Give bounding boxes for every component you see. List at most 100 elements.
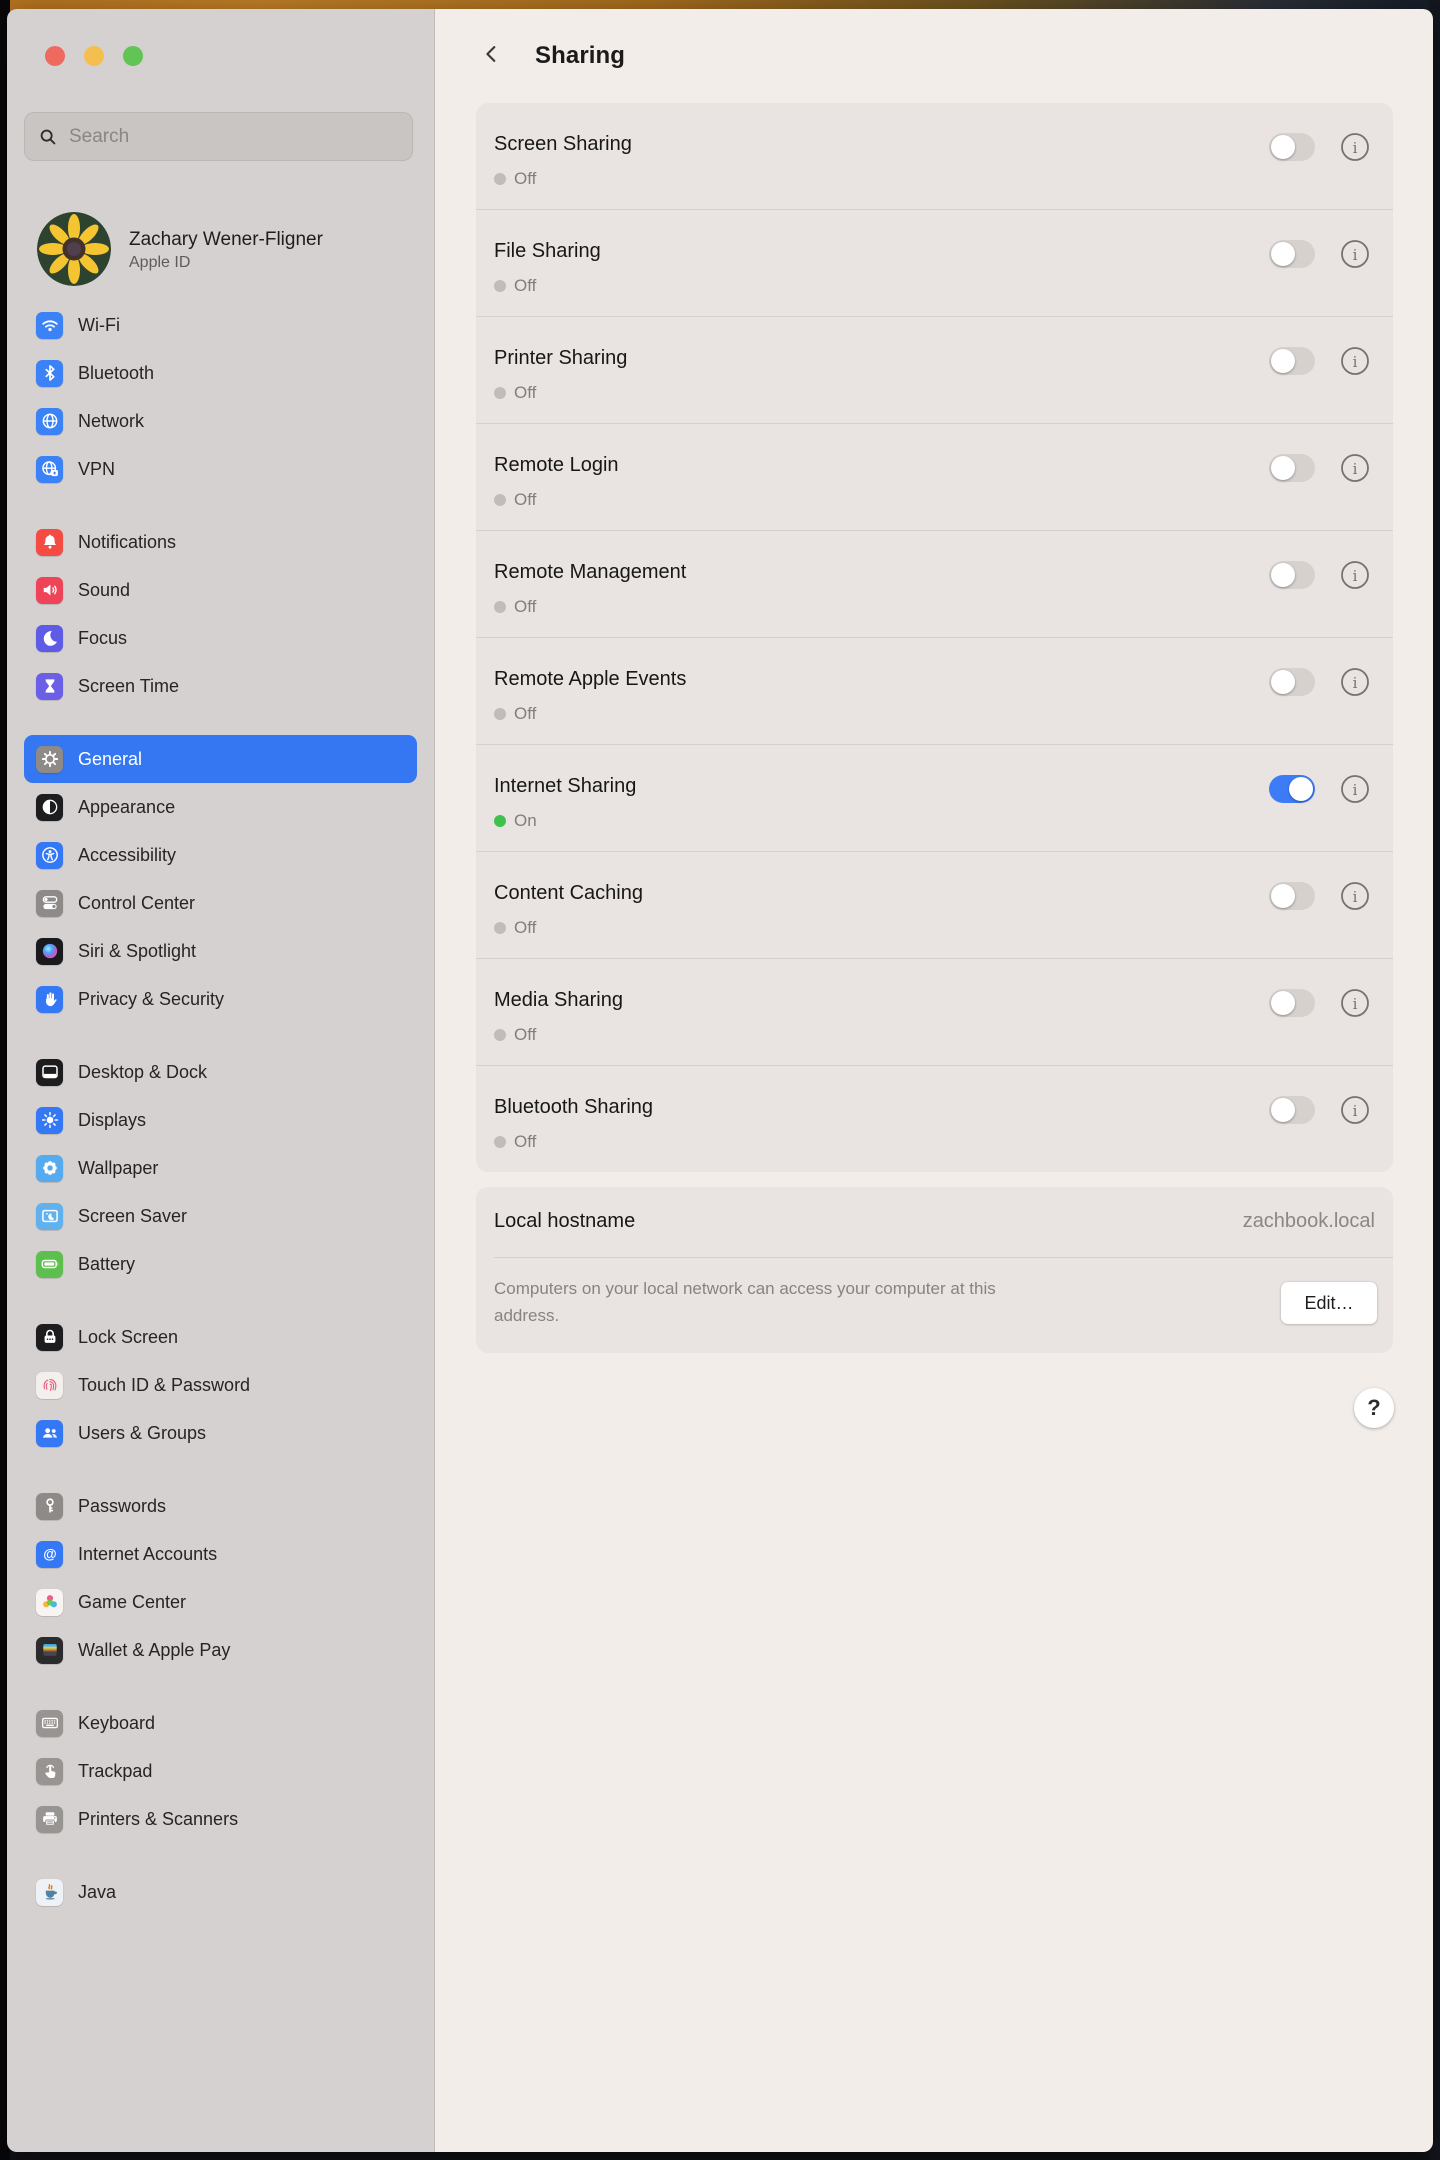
sidebar-item-lock-screen[interactable]: Lock Screen — [24, 1313, 417, 1361]
sidebar-item-vpn[interactable]: VPN — [24, 445, 417, 493]
sidebar-item-network[interactable]: Network — [24, 397, 417, 445]
service-status: Off — [494, 1132, 536, 1152]
minimize-window-button[interactable] — [84, 46, 104, 66]
toggles-icon — [36, 890, 63, 917]
sidebar-item-wi-fi[interactable]: Wi-Fi — [24, 301, 417, 349]
service-name: Remote Login — [494, 454, 619, 477]
sharing-pane: Sharing Screen SharingOffiFile SharingOf… — [435, 9, 1433, 2152]
wifi-icon — [36, 312, 63, 339]
sidebar-group: Wi-FiBluetoothNetworkVPN — [24, 301, 417, 493]
sidebar-item-java[interactable]: Java — [24, 1868, 417, 1916]
moon-icon — [36, 625, 63, 652]
sidebar-item-screen-saver[interactable]: Screen Saver — [24, 1192, 417, 1240]
remote-apple-events-info-button[interactable]: i — [1340, 667, 1370, 697]
sharing-row-printer-sharing: Printer SharingOffi — [476, 316, 1393, 423]
settings-sidebar: Zachary Wener-Fligner Apple ID Wi-FiBlue… — [7, 9, 435, 2152]
sidebar-item-privacy-security[interactable]: Privacy & Security — [24, 975, 417, 1023]
content-caching-info-button[interactable]: i — [1340, 881, 1370, 911]
toggle-knob — [1271, 670, 1295, 694]
profile-subtitle: Apple ID — [129, 254, 323, 272]
sidebar-item-label: Screen Time — [78, 676, 179, 697]
users-icon — [36, 1420, 63, 1447]
avatar — [37, 212, 111, 286]
remote-management-toggle[interactable] — [1269, 561, 1315, 589]
printer-sharing-info-button[interactable]: i — [1340, 346, 1370, 376]
status-dot — [494, 815, 506, 827]
apple-id-profile[interactable]: Zachary Wener-Fligner Apple ID — [37, 212, 323, 286]
svg-text:i: i — [1353, 781, 1358, 799]
internet-sharing-toggle[interactable] — [1269, 775, 1315, 803]
sidebar-item-trackpad[interactable]: Trackpad — [24, 1747, 417, 1795]
content-caching-toggle[interactable] — [1269, 882, 1315, 910]
sidebar-search-field[interactable] — [24, 112, 413, 161]
remote-management-info-button[interactable]: i — [1340, 560, 1370, 590]
service-name: Internet Sharing — [494, 775, 636, 798]
close-window-button[interactable] — [45, 46, 65, 66]
bluetooth-sharing-info-button[interactable]: i — [1340, 1095, 1370, 1125]
svg-text:i: i — [1353, 888, 1358, 906]
sidebar-item-label: Lock Screen — [78, 1327, 178, 1348]
sidebar-item-siri-spotlight[interactable]: Siri & Spotlight — [24, 927, 417, 975]
edit-hostname-button[interactable]: Edit… — [1281, 1282, 1377, 1324]
back-button[interactable] — [477, 41, 507, 71]
remote-login-toggle[interactable] — [1269, 454, 1315, 482]
contrast-icon — [36, 794, 63, 821]
sidebar-item-users-groups[interactable]: Users & Groups — [24, 1409, 417, 1457]
printer-sharing-toggle[interactable] — [1269, 347, 1315, 375]
java-cup-icon — [36, 1879, 63, 1906]
remote-login-info-button[interactable]: i — [1340, 453, 1370, 483]
sidebar-item-control-center[interactable]: Control Center — [24, 879, 417, 927]
sidebar-item-battery[interactable]: Battery — [24, 1240, 417, 1288]
service-status: Off — [494, 597, 536, 617]
toggle-knob — [1271, 563, 1295, 587]
service-name: Remote Management — [494, 561, 686, 584]
svg-text:i: i — [1353, 246, 1358, 264]
file-sharing-toggle[interactable] — [1269, 240, 1315, 268]
screen-sharing-toggle[interactable] — [1269, 133, 1315, 161]
sidebar-item-accessibility[interactable]: Accessibility — [24, 831, 417, 879]
sidebar-item-wallpaper[interactable]: Wallpaper — [24, 1144, 417, 1192]
media-sharing-info-button[interactable]: i — [1340, 988, 1370, 1018]
sidebar-item-notifications[interactable]: Notifications — [24, 518, 417, 566]
sidebar-item-general[interactable]: General — [24, 735, 417, 783]
accessibility-icon — [36, 842, 63, 869]
window-controls — [45, 46, 143, 66]
media-sharing-toggle[interactable] — [1269, 989, 1315, 1017]
sidebar-item-printers-scanners[interactable]: Printers & Scanners — [24, 1795, 417, 1843]
search-input[interactable] — [67, 125, 400, 149]
status-text: Off — [514, 276, 536, 296]
service-name: Printer Sharing — [494, 347, 627, 370]
local-hostname-card: Local hostname zachbook.local Computers … — [476, 1187, 1393, 1353]
sidebar-item-label: Notifications — [78, 532, 176, 553]
sidebar-item-appearance[interactable]: Appearance — [24, 783, 417, 831]
sidebar-item-focus[interactable]: Focus — [24, 614, 417, 662]
internet-sharing-info-button[interactable]: i — [1340, 774, 1370, 804]
bluetooth-icon — [36, 360, 63, 387]
screen-sharing-info-button[interactable]: i — [1340, 132, 1370, 162]
sharing-services-card: Screen SharingOffiFile SharingOffiPrinte… — [476, 103, 1393, 1172]
sidebar-item-passwords[interactable]: Passwords — [24, 1482, 417, 1530]
status-text: Off — [514, 1025, 536, 1045]
sidebar-item-displays[interactable]: Displays — [24, 1096, 417, 1144]
zoom-window-button[interactable] — [123, 46, 143, 66]
bluetooth-sharing-toggle[interactable] — [1269, 1096, 1315, 1124]
sidebar-item-label: Privacy & Security — [78, 989, 224, 1010]
sidebar-item-screen-time[interactable]: Screen Time — [24, 662, 417, 710]
sidebar-item-desktop-dock[interactable]: Desktop & Dock — [24, 1048, 417, 1096]
sidebar-item-game-center[interactable]: Game Center — [24, 1578, 417, 1626]
toggle-knob — [1271, 349, 1295, 373]
file-sharing-info-button[interactable]: i — [1340, 239, 1370, 269]
sidebar-item-sound[interactable]: Sound — [24, 566, 417, 614]
svg-text:i: i — [1353, 353, 1358, 371]
remote-apple-events-toggle[interactable] — [1269, 668, 1315, 696]
sidebar-item-keyboard[interactable]: Keyboard — [24, 1699, 417, 1747]
service-status: On — [494, 811, 537, 831]
search-icon — [37, 126, 59, 148]
sun-icon — [36, 1107, 63, 1134]
sidebar-item-internet-accounts[interactable]: @Internet Accounts — [24, 1530, 417, 1578]
sidebar-item-bluetooth[interactable]: Bluetooth — [24, 349, 417, 397]
hostname-row: Local hostname zachbook.local — [476, 1187, 1393, 1257]
sidebar-item-touch-id-password[interactable]: Touch ID & Password — [24, 1361, 417, 1409]
sidebar-item-wallet-apple-pay[interactable]: Wallet & Apple Pay — [24, 1626, 417, 1674]
help-button[interactable]: ? — [1354, 1388, 1394, 1428]
